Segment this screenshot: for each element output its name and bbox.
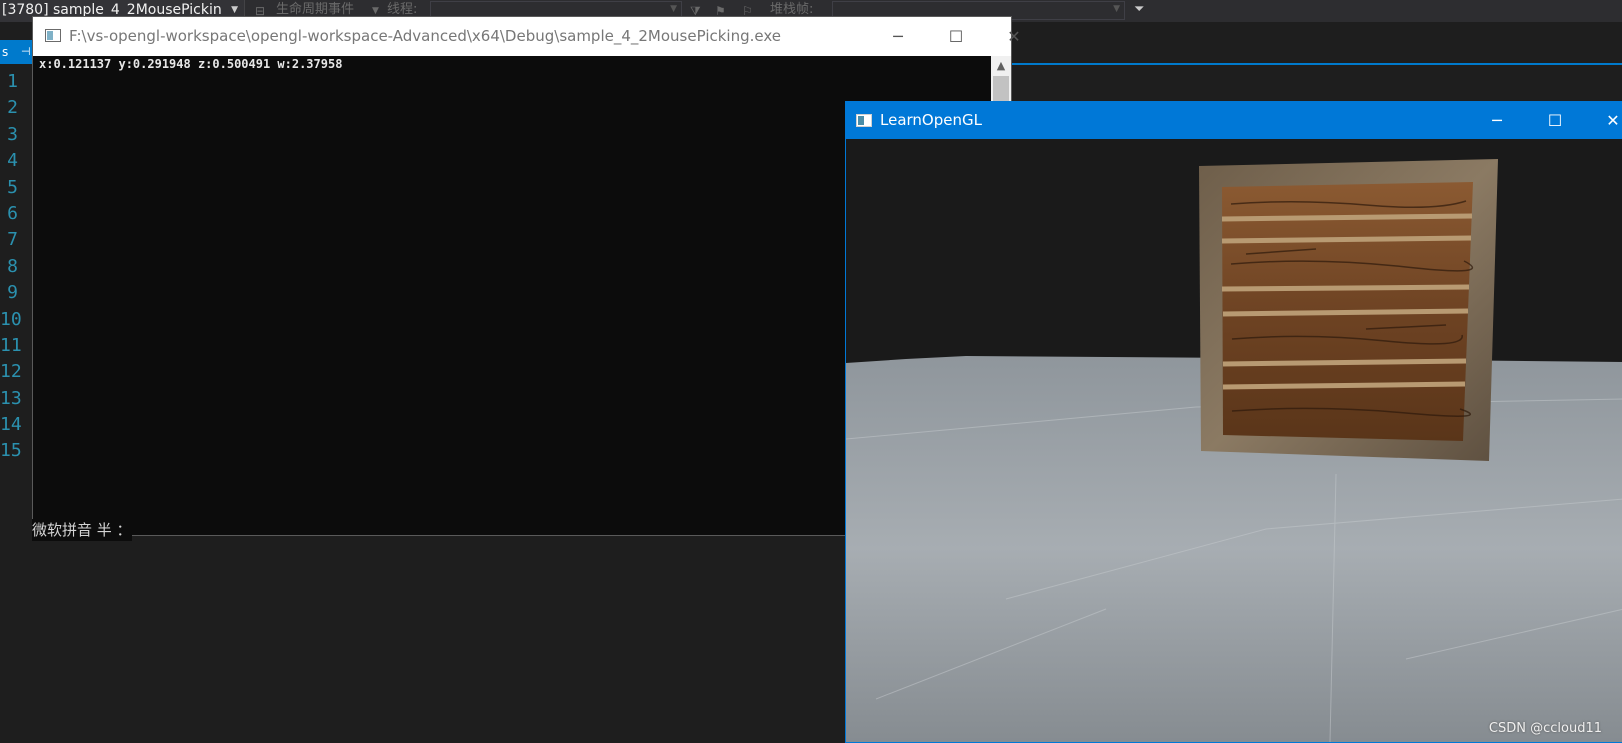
line-number-gutter: 1 2 3 4 5 6 7 8 9 10 11 12 13 14 15 bbox=[0, 69, 30, 465]
document-tab-label: s bbox=[2, 45, 9, 59]
maximize-icon[interactable]: ☐ bbox=[927, 17, 985, 56]
ime-status-text: 微软拼音 半 ： bbox=[32, 519, 132, 541]
line-number: 8 bbox=[7, 255, 18, 277]
line-number: 9 bbox=[7, 282, 18, 304]
line-number: 7 bbox=[7, 229, 18, 251]
document-tab[interactable]: s ⊣ bbox=[0, 40, 32, 64]
close-icon[interactable]: ✕ bbox=[985, 17, 1043, 56]
editor-top-border bbox=[1010, 63, 1622, 65]
minimize-icon[interactable]: ─ bbox=[869, 17, 927, 56]
line-number: 6 bbox=[7, 202, 18, 224]
wooden-crate bbox=[1199, 159, 1498, 461]
line-number: 12 bbox=[0, 361, 22, 383]
maximize-icon[interactable]: ☐ bbox=[1526, 102, 1584, 139]
watermark-text: CSDN @ccloud11 bbox=[1488, 721, 1602, 736]
line-number: 14 bbox=[0, 414, 22, 436]
gl-window-title: LearnOpenGL bbox=[880, 111, 982, 129]
line-number: 3 bbox=[7, 123, 18, 145]
pin-icon[interactable]: ⊣ bbox=[21, 40, 31, 64]
line-number: 13 bbox=[0, 387, 22, 409]
console-titlebar[interactable]: F:\vs-opengl-workspace\opengl-workspace-… bbox=[33, 17, 1021, 56]
toolbar-overflow-icon[interactable]: ⏷ bbox=[1134, 2, 1144, 17]
gl-app-icon bbox=[856, 114, 872, 127]
console-output-text: x:0.121137 y:0.291948 z:0.500491 w:2.379… bbox=[39, 57, 343, 71]
chevron-down-icon[interactable]: ▼ bbox=[372, 6, 379, 16]
line-number: 5 bbox=[7, 176, 18, 198]
console-window-title: F:\vs-opengl-workspace\opengl-workspace-… bbox=[69, 27, 781, 45]
line-number: 10 bbox=[0, 308, 22, 330]
learnopengl-window[interactable]: LearnOpenGL ─ ☐ ✕ CSDN @ccloud11 bbox=[845, 101, 1622, 743]
close-icon[interactable]: ✕ bbox=[1584, 102, 1622, 139]
minimize-icon[interactable]: ─ bbox=[1468, 102, 1526, 139]
chevron-down-icon: ▼ bbox=[1113, 4, 1120, 14]
scroll-thumb[interactable] bbox=[993, 76, 1009, 104]
line-number: 11 bbox=[0, 334, 22, 356]
line-number: 15 bbox=[0, 440, 22, 462]
gl-titlebar[interactable]: LearnOpenGL ─ ☐ ✕ bbox=[846, 102, 1622, 139]
scroll-up-icon[interactable]: ▲ bbox=[991, 56, 1011, 76]
line-number: 2 bbox=[7, 97, 18, 119]
chevron-down-icon: ▼ bbox=[670, 4, 677, 14]
console-app-icon bbox=[45, 29, 61, 42]
opengl-viewport[interactable] bbox=[846, 139, 1622, 742]
line-number: 1 bbox=[7, 71, 18, 92]
line-number: 4 bbox=[7, 150, 18, 172]
